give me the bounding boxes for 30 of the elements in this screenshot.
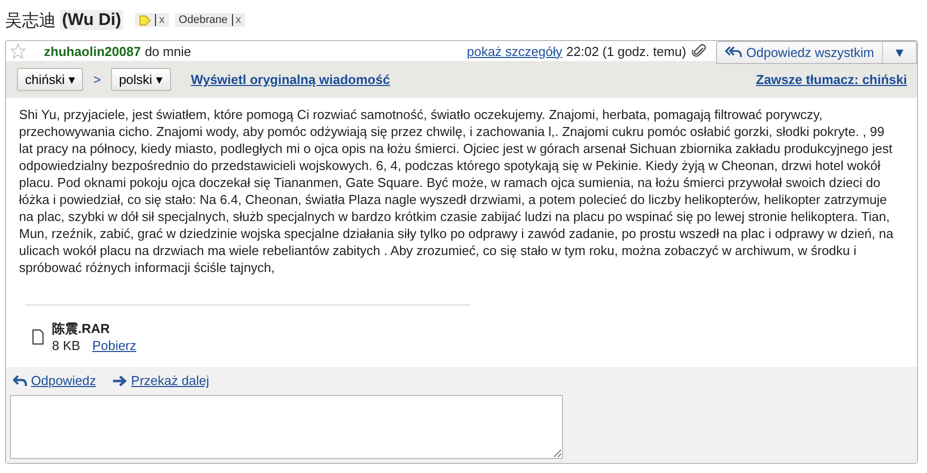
reply-icon — [13, 374, 27, 386]
recipient-text: do mnie — [144, 44, 192, 58]
attachment-name: 陈震.RAR — [52, 320, 111, 338]
remove-label-button[interactable]: x — [155, 14, 165, 26]
forward-link[interactable]: Przekaż dalej — [112, 373, 210, 388]
reply-all-button[interactable]: Odpowiedz wszystkim — [717, 42, 882, 62]
remove-label-button[interactable]: x — [232, 14, 242, 26]
reply-all-icon — [725, 46, 742, 58]
label-chip[interactable]: x — [135, 13, 169, 27]
search-highlight: (Wu Di) — [60, 10, 124, 30]
file-icon — [32, 328, 44, 344]
arrow-separator: > — [93, 72, 101, 87]
label-text: Odebrane — [178, 14, 228, 26]
message-time: 22:02 (1 godz. temu) — [566, 44, 686, 58]
label-chip[interactable]: Odebrane x — [174, 13, 246, 27]
more-options-button[interactable]: ▼ — [882, 42, 916, 62]
download-link[interactable]: Pobierz — [92, 338, 136, 353]
message-body: Shi Yu, przyjaciele, jest światłem, które pomogą Ci rozwiać samotność, światło oczekujemy. Znajomi, herbata, pomagają filtrować porywczy, przechowywania cicho. Znajomi wody, aby pomóc odżywiają się przez chwilę, i zachowania l,. Znajomi cukru pomóc osłabić gorzki, słodki pokryte. , 99 lat pracy na północy, kiedy miasto, podległych mi o ojca opis na łożu śmierci. Ojciec jest w górach arsenał Sichuan zbiornika zakładu produkcyjnego jest odpowiedzialny bezpośrednio do przedstawicieli wojskowych. 6, 4, podczas którego spotykają się w Pekinie. Kiedy żyją w Cheonan, drzwi hotel wokół placu. Pod oknami pokoju ojca doczekał się Tiananmen, Gate Square. Być może, w ramach ojca sumienia, na łożu śmierci przywołał swoich dzieci do łóżka i powiedział, co się stało: Na 6.4, Cheonan, światła Plaza nagle wyszedł drzwiami, a potem polecieć do liczby helikopterów, helikopter zatrzymuje na plac, szybki w dół sił specjalnych, służb specjalnych w bardzo krótkim czasie zabijać ludzi na placu po wspinać się po lewej stronie helikoptera. Tian, Mun, rzeźnik, zabić, grać w dziedzinie wojska specjalne działania siły tylko po odprawy i zawód zadanie, po prostu wszedł na plac i odprawy w dzień, na ulicach wokół placu na drzwiach ma wiele rebeliantów zabitych . Aby zrozumieć, co się stało w tym roku, można zobaczyć w archiwum, w środku i spróbować różnych informacji ściśle tajnych, — [19, 106, 894, 276]
target-language-dropdown[interactable]: polski ▾ — [110, 68, 171, 91]
attachment-size: 8 KB — [52, 338, 80, 353]
source-language-dropdown[interactable]: chiński ▾ — [17, 68, 84, 91]
reply-link[interactable]: Odpowiedz — [13, 373, 96, 388]
subject-title: 吴志迪 — [5, 10, 56, 32]
details-link[interactable]: pokaż szczegóły — [466, 44, 562, 58]
right-arrow-icon — [112, 374, 128, 386]
reply-input-field[interactable] — [10, 395, 563, 459]
star-icon[interactable] — [10, 43, 26, 59]
sender-name[interactable]: zhuhaolin20087 — [44, 44, 141, 58]
always-translate-link[interactable]: Zawsze tłumacz: chiński — [756, 72, 907, 87]
show-original-link[interactable]: Wyświetl oryginalną wiadomość — [190, 72, 390, 87]
